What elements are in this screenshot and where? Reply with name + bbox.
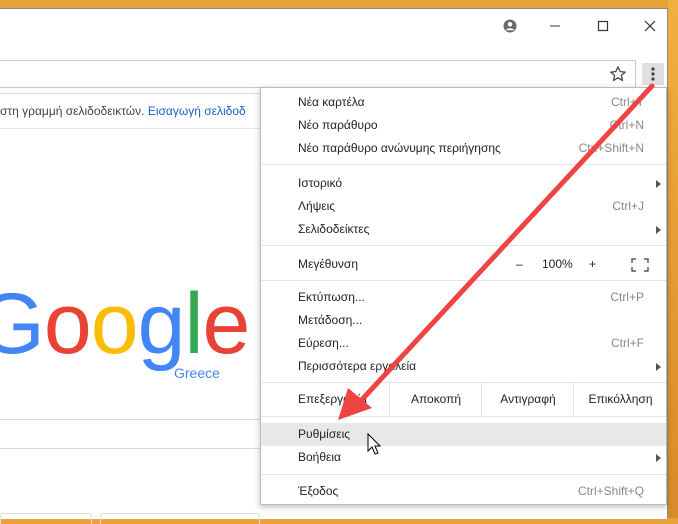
menu-item-label: Ρυθμίσεις xyxy=(298,427,351,441)
shortcut-tile[interactable] xyxy=(0,513,92,524)
submenu-arrow-icon xyxy=(656,454,661,462)
logo-subtitle: Greece xyxy=(174,365,220,381)
menu-item-label: Σελιδοδείκτες xyxy=(298,222,370,236)
menu-separator xyxy=(261,280,666,281)
menu-item-shortcut: Ctrl+N xyxy=(609,118,644,132)
menu-item-print[interactable]: Εκτύπωση... Ctrl+P xyxy=(261,286,666,309)
google-logo: Google xyxy=(0,276,251,372)
profile-button[interactable] xyxy=(490,13,530,39)
menu-item-find[interactable]: Εύρεση... Ctrl+F xyxy=(261,332,666,355)
menu-item-label: Βοήθεια xyxy=(298,450,341,464)
logo-letter: e xyxy=(202,276,251,372)
menu-item-more-tools[interactable]: Περισσότερα εργαλεία xyxy=(261,355,666,378)
search-box[interactable] xyxy=(0,419,290,449)
logo-letter: g xyxy=(137,276,186,372)
vertical-dots-icon xyxy=(651,67,655,81)
bookmarks-bar-hint: στη γραμμή σελιδοδεικτών. xyxy=(0,104,145,118)
logo-letter: l xyxy=(184,276,203,372)
logo-letter: o xyxy=(90,276,139,372)
chrome-menu-button[interactable] xyxy=(642,63,664,85)
logo-letter: G xyxy=(0,276,45,372)
menu-separator xyxy=(261,474,666,475)
menu-item-exit[interactable]: Έξοδος Ctrl+Shift+Q xyxy=(261,480,666,503)
import-bookmarks-link[interactable]: Εισαγωγή σελιδοδ xyxy=(148,104,246,118)
menu-item-zoom: Μεγέθυνση – 100% + xyxy=(261,253,666,276)
menu-item-shortcut: Ctrl+F xyxy=(611,336,644,350)
menu-item-bookmarks[interactable]: Σελιδοδείκτες xyxy=(261,218,666,241)
menu-item-label: Νέα καρτέλα xyxy=(298,95,365,109)
zoom-in-button[interactable]: + xyxy=(589,253,596,276)
menu-item-shortcut: Ctrl+Shift+N xyxy=(578,141,644,155)
menu-item-label: Περισσότερα εργαλεία xyxy=(298,359,417,373)
menu-item-shortcut: Ctrl+Shift+Q xyxy=(577,484,644,498)
zoom-out-button[interactable]: – xyxy=(516,253,523,276)
menu-item-help[interactable]: Βοήθεια xyxy=(261,446,666,469)
menu-item-label: Επεξεργασία xyxy=(298,392,368,406)
cut-button[interactable]: Αποκοπή xyxy=(389,382,482,416)
menu-separator xyxy=(261,245,666,246)
maximize-icon xyxy=(597,20,609,32)
menu-item-edit: Επεξεργασία Αποκοπή Αντιγραφή Επικόλληση xyxy=(261,382,666,416)
submenu-arrow-icon xyxy=(656,180,661,188)
close-button[interactable] xyxy=(630,13,670,39)
minimize-button[interactable] xyxy=(535,13,575,39)
submenu-arrow-icon xyxy=(656,363,661,371)
menu-item-new-window[interactable]: Νέο παράθυρο Ctrl+N xyxy=(261,114,666,137)
paste-button[interactable]: Επικόλληση xyxy=(573,382,667,416)
address-bar[interactable] xyxy=(0,60,636,88)
shortcut-tile[interactable] xyxy=(100,513,260,524)
menu-separator xyxy=(261,416,666,417)
menu-item-new-tab[interactable]: Νέα καρτέλα Ctrl+T xyxy=(261,91,666,114)
copy-button[interactable]: Αντιγραφή xyxy=(481,382,574,416)
menu-item-label: Έξοδος xyxy=(298,484,339,498)
menu-item-label: Νέο παράθυρο ανώνυμης περιήγησης xyxy=(298,141,501,155)
menu-item-settings[interactable]: Ρυθμίσεις xyxy=(261,423,666,446)
desktop-background xyxy=(668,0,678,518)
profile-icon xyxy=(503,19,517,33)
menu-item-label: Νέο παράθυρο xyxy=(298,118,378,132)
menu-item-history[interactable]: Ιστορικό xyxy=(261,172,666,195)
chrome-menu: Νέα καρτέλα Ctrl+T Νέο παράθυρο Ctrl+N Ν… xyxy=(260,87,667,505)
star-icon[interactable] xyxy=(609,65,627,83)
menu-item-shortcut: Ctrl+J xyxy=(612,199,644,213)
menu-item-shortcut: Ctrl+P xyxy=(610,290,644,304)
menu-item-label: Ιστορικό xyxy=(298,176,343,190)
menu-item-label: Εκτύπωση... xyxy=(298,290,365,304)
menu-separator xyxy=(261,164,666,165)
logo-letter: o xyxy=(43,276,92,372)
menu-item-cast[interactable]: Μετάδοση... xyxy=(261,309,666,332)
title-bar xyxy=(0,9,667,55)
close-icon xyxy=(644,20,656,32)
minimize-icon xyxy=(550,25,560,27)
fullscreen-icon[interactable] xyxy=(631,258,649,272)
maximize-button[interactable] xyxy=(583,13,623,39)
menu-item-label: Μεγέθυνση xyxy=(298,257,359,271)
zoom-level: 100% xyxy=(542,257,573,271)
menu-item-downloads[interactable]: Λήψεις Ctrl+J xyxy=(261,195,666,218)
submenu-arrow-icon xyxy=(656,226,661,234)
menu-item-label: Λήψεις xyxy=(298,199,336,213)
menu-item-new-incognito[interactable]: Νέο παράθυρο ανώνυμης περιήγησης Ctrl+Sh… xyxy=(261,137,666,160)
menu-item-shortcut: Ctrl+T xyxy=(611,95,644,109)
menu-item-label: Εύρεση... xyxy=(298,336,349,350)
menu-item-label: Μετάδοση... xyxy=(298,313,363,327)
